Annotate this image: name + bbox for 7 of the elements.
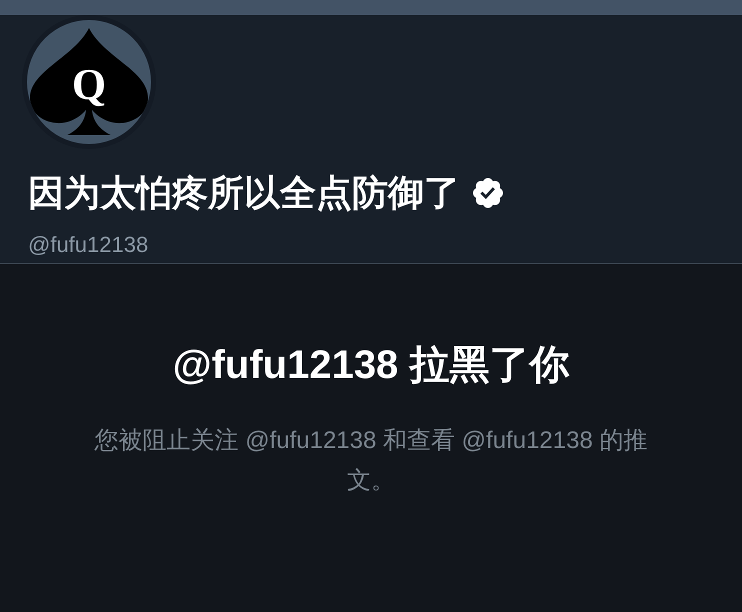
display-name: 因为太怕疼所以全点防御了 [28, 171, 460, 215]
avatar-letter: Q [72, 63, 106, 107]
blocked-title: @fufu12138 拉黑了你 [172, 342, 570, 389]
profile-handle: @fufu12138 [28, 231, 148, 259]
avatar[interactable]: Q [22, 15, 156, 149]
blocked-message: 您被阻止关注 @fufu12138 和查看 @fufu12138 的推文。 [94, 426, 648, 496]
spade-icon [30, 28, 148, 135]
